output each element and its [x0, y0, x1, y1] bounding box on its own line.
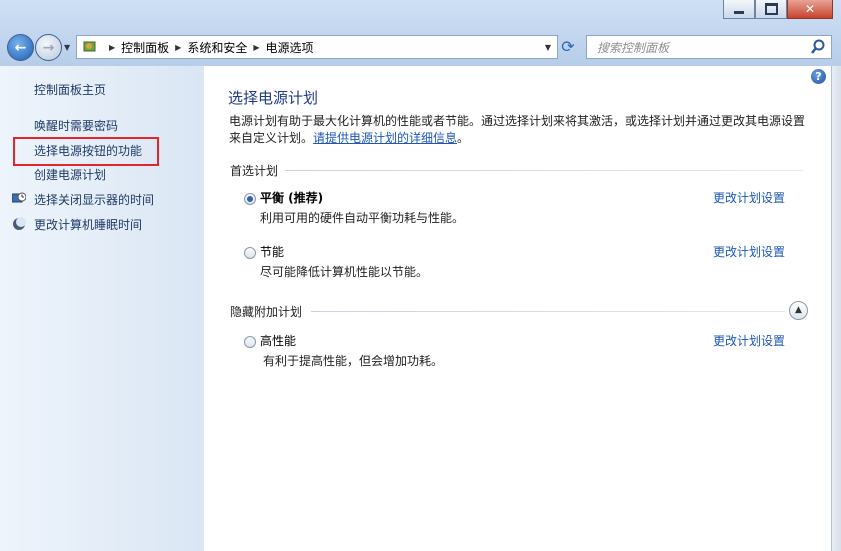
recent-pages-dropdown[interactable]: ▼ [64, 43, 70, 52]
preferred-plans-header: 首选计划 [230, 164, 279, 178]
breadcrumb-separator[interactable]: ▶ [175, 43, 181, 52]
plan-details-link[interactable]: 请提供电源计划的详细信息 [313, 131, 457, 145]
monitor-clock-icon [12, 192, 26, 203]
page-description: 电源计划有助于最大化计算机的性能或者节能。通过选择计划来将其激活，或选择计划并通… [229, 113, 811, 147]
close-button[interactable]: ✕ [787, 0, 833, 19]
help-icon[interactable]: ? [811, 69, 826, 84]
plan-desc-power-saver: 尽可能降低计算机性能以节能。 [260, 265, 429, 279]
change-plan-settings-link[interactable]: 更改计划设置 [713, 189, 785, 206]
highlight-box [13, 137, 159, 166]
window-titlebar: ✕ ← → ▼ ▶ 控制面板 ▶ 系统和安全 ▶ 电源选项 ▼ ⟳ 搜索控制面板 [0, 0, 841, 66]
page-title: 选择电源计划 [228, 89, 319, 107]
sidebar-item-sleep-time[interactable]: 更改计算机睡眠时间 [34, 216, 142, 233]
plan-name-balanced[interactable]: 平衡 (推荐) [260, 189, 323, 206]
search-input[interactable]: 搜索控制面板 [597, 39, 809, 56]
back-button[interactable]: ← [7, 34, 34, 61]
plan-name-high-performance[interactable]: 高性能 [260, 332, 296, 349]
plan-name-power-saver[interactable]: 节能 [260, 243, 284, 260]
breadcrumb-separator[interactable]: ▶ [253, 43, 259, 52]
change-plan-settings-link[interactable]: 更改计划设置 [713, 332, 785, 349]
section-divider [311, 311, 785, 312]
back-arrow-icon: ← [14, 39, 27, 56]
plan-radio-high-performance[interactable] [244, 336, 256, 348]
address-bar[interactable]: ▶ 控制面板 ▶ 系统和安全 ▶ 电源选项 ▼ [76, 35, 558, 59]
maximize-button[interactable] [755, 0, 787, 19]
change-plan-settings-link[interactable]: 更改计划设置 [713, 243, 785, 260]
minimize-icon [734, 10, 744, 14]
sidebar-item-create-plan[interactable]: 创建电源计划 [34, 166, 106, 183]
breadcrumb-system-security[interactable]: 系统和安全 [187, 39, 247, 56]
close-icon: ✕ [804, 2, 816, 16]
sidebar-item-home[interactable]: 控制面板主页 [34, 81, 106, 98]
section-divider [285, 170, 803, 171]
plan-radio-balanced[interactable] [244, 193, 256, 205]
hidden-plans-header: 隐藏附加计划 [230, 305, 303, 319]
collapse-icon[interactable]: ▲ [789, 301, 808, 320]
breadcrumb-separator[interactable]: ▶ [109, 43, 115, 52]
description-end: 。 [457, 131, 470, 145]
refresh-icon: ⟳ [561, 37, 575, 56]
navigation-bar: ← → ▼ ▶ 控制面板 ▶ 系统和安全 ▶ 电源选项 ▼ ⟳ 搜索控制面板 [0, 30, 841, 62]
plan-desc-high-performance: 有利于提高性能，但会增加功耗。 [263, 354, 444, 368]
search-icon[interactable] [809, 38, 827, 56]
sidebar-item-display-off[interactable]: 选择关闭显示器的时间 [34, 191, 154, 208]
refresh-button[interactable]: ⟳ [558, 37, 578, 57]
search-box[interactable]: 搜索控制面板 [586, 35, 832, 59]
address-dropdown-icon[interactable]: ▼ [545, 43, 551, 52]
minimize-button[interactable] [723, 0, 755, 19]
window-controls: ✕ [723, 0, 833, 19]
sidebar-item-wake-password[interactable]: 唤醒时需要密码 [34, 117, 118, 134]
scrollbar[interactable] [831, 66, 841, 551]
breadcrumb-power-options[interactable]: 电源选项 [266, 39, 314, 56]
maximize-icon [764, 3, 778, 15]
control-panel-icon [81, 38, 99, 56]
forward-arrow-icon: → [42, 39, 55, 56]
plan-desc-balanced: 利用可用的硬件自动平衡功耗与性能。 [260, 211, 465, 225]
forward-button[interactable]: → [35, 34, 62, 61]
breadcrumb-control-panel[interactable]: 控制面板 [121, 39, 169, 56]
moon-icon [13, 217, 26, 230]
plan-radio-power-saver[interactable] [244, 247, 256, 259]
